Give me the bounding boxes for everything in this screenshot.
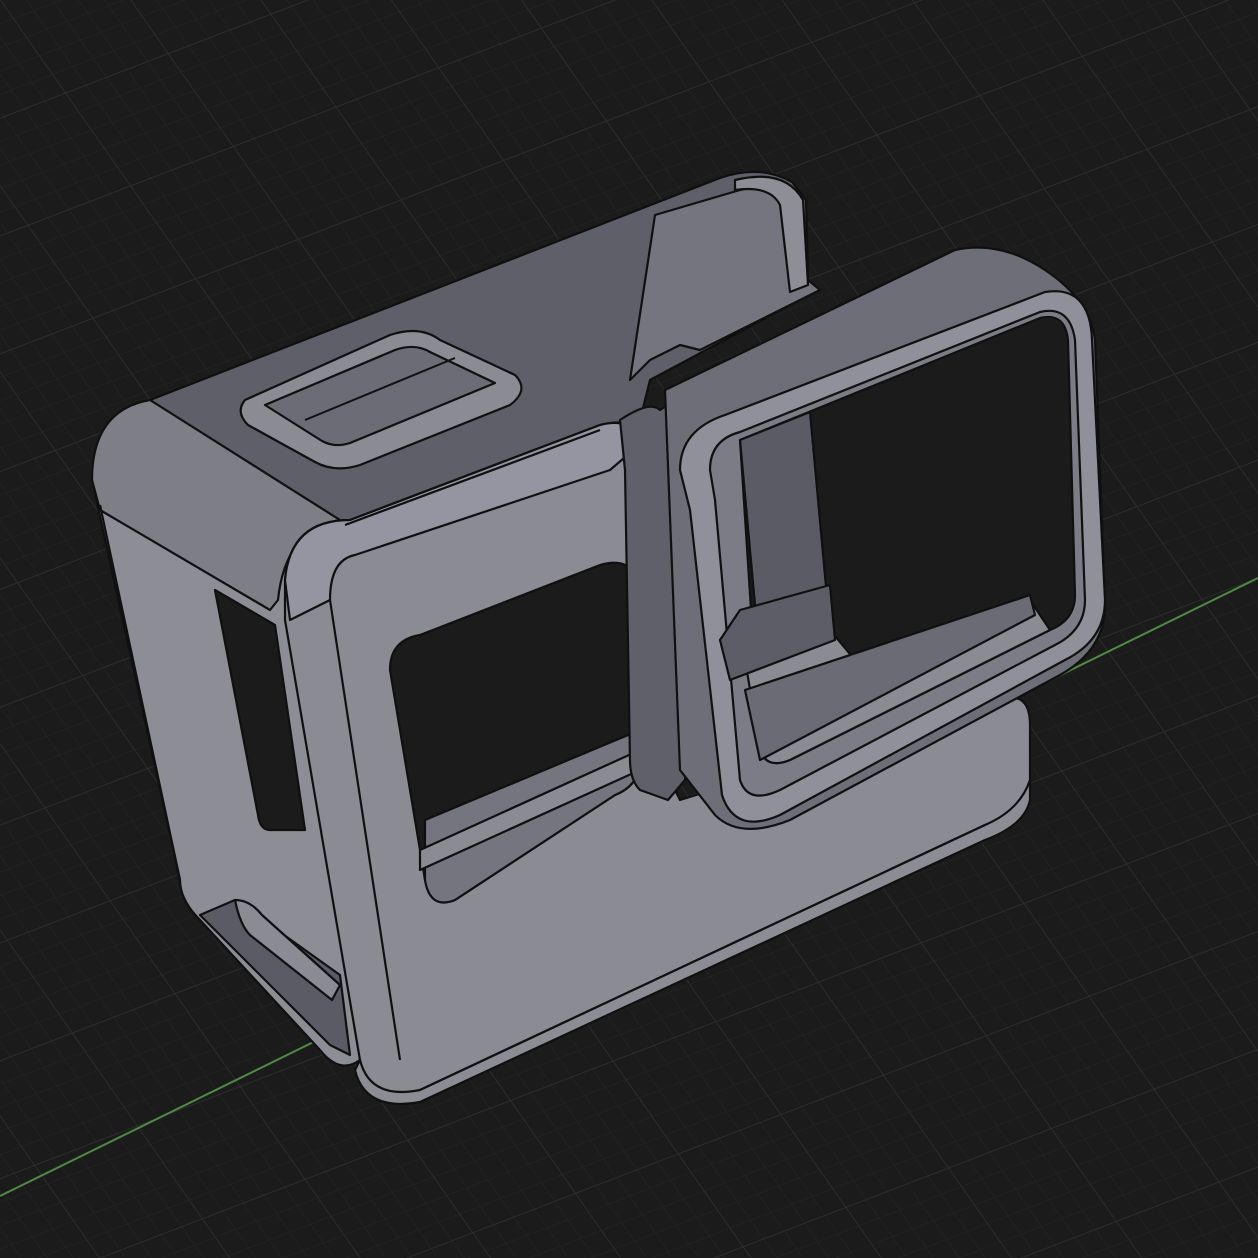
viewport-canvas[interactable] (0, 0, 1258, 1258)
3d-viewport[interactable] (0, 0, 1258, 1258)
